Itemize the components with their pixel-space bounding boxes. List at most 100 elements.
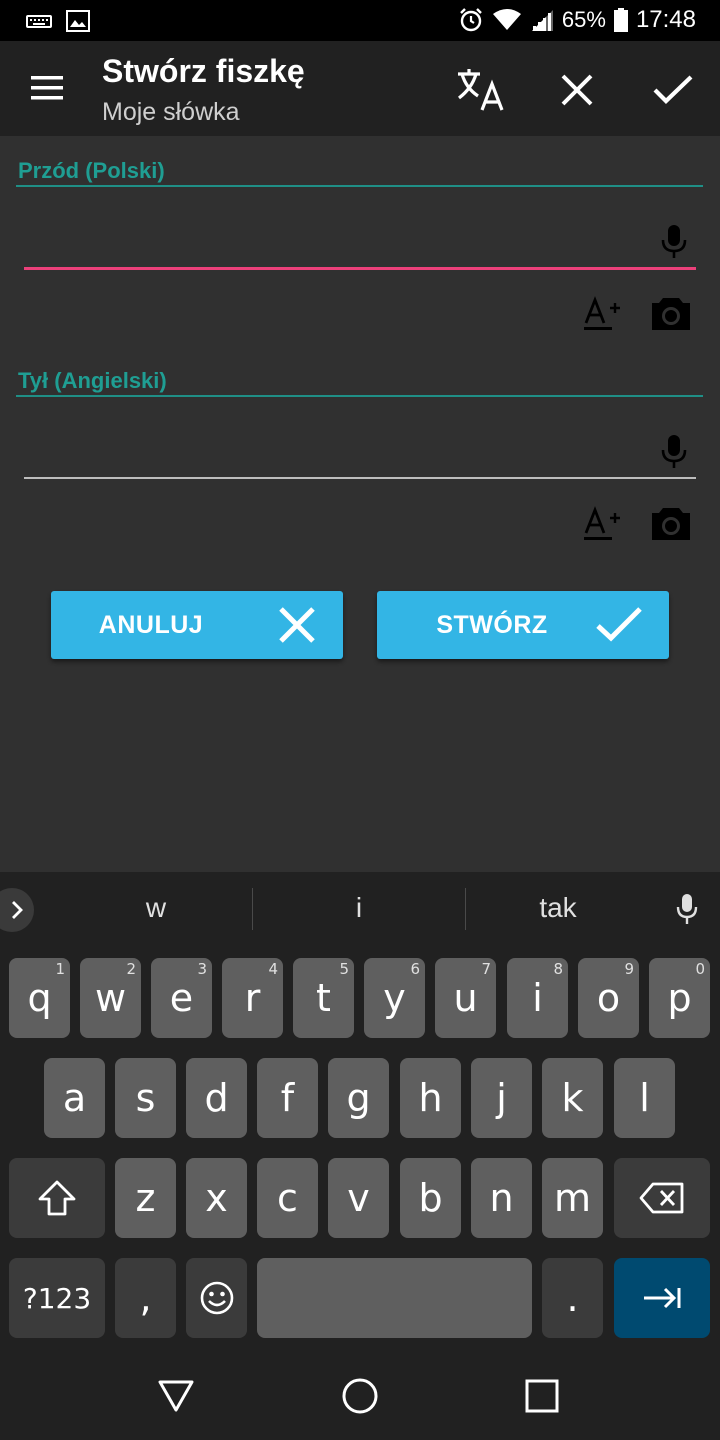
key-w[interactable]: w2 [80, 958, 141, 1038]
shift-key[interactable] [9, 1158, 105, 1238]
key-hint: 1 [55, 960, 65, 978]
front-input-underline [24, 267, 696, 270]
page-subtitle: Moje słówka [102, 98, 240, 126]
signal-icon [530, 8, 554, 32]
key-h[interactable]: h [400, 1058, 461, 1138]
page-title: Stwórz fiszkę [102, 53, 305, 89]
key-l[interactable]: l [614, 1058, 675, 1138]
key-t[interactable]: t5 [293, 958, 354, 1038]
back-input-underline [24, 477, 696, 479]
emoji-key[interactable] [186, 1258, 247, 1338]
expand-toolbar-button[interactable] [0, 888, 34, 932]
front-section-divider [16, 185, 703, 187]
key-label: o [596, 976, 621, 1020]
front-text-input[interactable] [24, 208, 696, 268]
key-d[interactable]: d [186, 1058, 247, 1138]
key-q[interactable]: q1 [9, 958, 70, 1038]
key-i[interactable]: i8 [507, 958, 568, 1038]
cancel-x-icon [277, 605, 317, 650]
back-camera-icon[interactable] [648, 502, 694, 546]
period-key[interactable]: . [542, 1258, 603, 1338]
key-s[interactable]: s [115, 1058, 176, 1138]
key-label: t [316, 976, 331, 1020]
back-text-format-icon[interactable] [580, 502, 624, 546]
key-m[interactable]: m [542, 1158, 603, 1238]
flashcard-form: Przód (Polski) Tył (Angielski) ANULUJ ST… [0, 136, 720, 872]
keyboard-icon [26, 13, 52, 29]
key-b[interactable]: b [400, 1158, 461, 1238]
suggestion-1[interactable]: w [60, 892, 252, 924]
key-a[interactable]: a [44, 1058, 105, 1138]
wifi-icon [492, 8, 522, 32]
key-label: p [667, 976, 692, 1020]
back-mic-icon[interactable] [656, 432, 692, 472]
key-hint: 4 [268, 960, 278, 978]
recents-icon[interactable] [522, 1376, 562, 1416]
comma-key[interactable]: , [115, 1258, 176, 1338]
key-hint: 5 [339, 960, 349, 978]
key-hint: 6 [410, 960, 420, 978]
next-field-key[interactable] [614, 1258, 710, 1338]
key-o[interactable]: o9 [578, 958, 639, 1038]
battery-text: 65% [561, 7, 606, 32]
key-hint: 2 [126, 960, 136, 978]
comma-key-label: , [139, 1276, 152, 1320]
status-bar: 65% 17:48 [0, 0, 720, 41]
close-icon[interactable] [548, 61, 606, 119]
key-p[interactable]: p0 [649, 958, 710, 1038]
menu-icon[interactable] [22, 67, 72, 111]
create-button[interactable]: STWÓRZ [377, 591, 669, 659]
backspace-key[interactable] [614, 1158, 710, 1238]
key-label: e [169, 976, 194, 1020]
cancel-button[interactable]: ANULUJ [51, 591, 343, 659]
key-label: y [383, 976, 406, 1020]
front-section-label: Przód (Polski) [18, 158, 165, 183]
key-label: u [453, 976, 478, 1020]
key-n[interactable]: n [471, 1158, 532, 1238]
key-j[interactable]: j [471, 1058, 532, 1138]
key-v[interactable]: v [328, 1158, 389, 1238]
tab-next-icon [644, 1287, 681, 1309]
cancel-button-label: ANULUJ [98, 610, 204, 639]
back-icon[interactable] [156, 1376, 196, 1416]
key-hint: 7 [481, 960, 491, 978]
key-hint: 0 [695, 960, 705, 978]
key-label: w [94, 976, 127, 1020]
image-icon [66, 10, 90, 32]
key-f[interactable]: f [257, 1058, 318, 1138]
key-g[interactable]: g [328, 1058, 389, 1138]
key-hint: 9 [624, 960, 634, 978]
back-text-input[interactable] [24, 418, 696, 478]
suggestion-2[interactable]: i [253, 892, 465, 924]
key-r[interactable]: r4 [222, 958, 283, 1038]
key-u[interactable]: u7 [435, 958, 496, 1038]
front-mic-icon[interactable] [656, 222, 692, 262]
space-key[interactable] [257, 1258, 532, 1338]
home-icon[interactable] [340, 1376, 380, 1416]
create-check-icon [595, 605, 643, 650]
key-label: r [244, 976, 261, 1020]
navigation-bar [0, 1352, 720, 1440]
clock: 17:48 [635, 6, 696, 33]
key-k[interactable]: k [542, 1058, 603, 1138]
front-camera-icon[interactable] [648, 292, 694, 336]
key-y[interactable]: y6 [364, 958, 425, 1038]
backspace-icon [639, 1182, 684, 1214]
suggestion-strip: w i tak [0, 872, 720, 948]
create-button-label: STWÓRZ [436, 610, 548, 639]
app-bar: Stwórz fiszkę Moje słówka [0, 41, 720, 136]
symbols-key[interactable]: ?123 [9, 1258, 105, 1338]
suggestion-3[interactable]: tak [466, 892, 650, 924]
alarm-icon [458, 7, 484, 33]
translate-icon[interactable] [452, 61, 510, 119]
key-x[interactable]: x [186, 1158, 247, 1238]
front-text-format-icon[interactable] [580, 292, 624, 336]
shift-icon [38, 1180, 76, 1216]
voice-input-icon[interactable] [670, 890, 704, 928]
key-z[interactable]: z [115, 1158, 176, 1238]
key-c[interactable]: c [257, 1158, 318, 1238]
back-section-divider [16, 395, 703, 397]
key-hint: 3 [197, 960, 207, 978]
key-e[interactable]: e3 [151, 958, 212, 1038]
check-icon[interactable] [644, 61, 702, 119]
